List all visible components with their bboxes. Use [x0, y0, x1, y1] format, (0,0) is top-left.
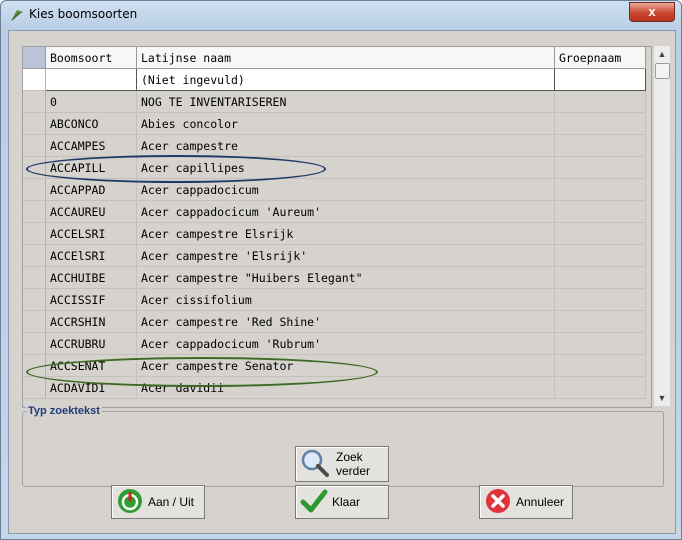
tree-icon: [9, 7, 25, 23]
row-indicator: [23, 178, 46, 201]
cell-code: ACCELSRI: [45, 222, 137, 245]
cell-latin: Acer campestre "Huibers Elegant": [136, 266, 555, 289]
table-row[interactable]: ACCRSHIN Acer campestre 'Red Shine': [23, 310, 646, 333]
klaar-button[interactable]: Klaar: [295, 485, 389, 519]
tree-species-grid[interactable]: Boomsoort Latijnse naam Groepnaam (Niet …: [22, 46, 652, 408]
row-indicator: [23, 244, 46, 267]
aan-uit-label: Aan / Uit: [148, 495, 195, 509]
cell-latin: Acer campestre 'Elsrijk': [136, 244, 555, 267]
table-row[interactable]: ACCELSRI Acer campestre Elsrijk: [23, 222, 646, 245]
cell-code: ACCRSHIN: [45, 310, 137, 333]
filter-code-input[interactable]: [45, 68, 137, 91]
klaar-label: Klaar: [332, 495, 361, 509]
filter-row[interactable]: (Niet ingevuld): [23, 68, 646, 91]
row-indicator: [23, 288, 46, 311]
cell-latin: NOG TE INVENTARISEREN: [136, 90, 555, 113]
close-icon: x: [648, 4, 656, 19]
cell-code: ABCONCO: [45, 112, 137, 135]
cell-group: [554, 178, 646, 201]
zoek-verder-label-2: verder: [336, 464, 371, 478]
close-button[interactable]: x: [629, 2, 675, 22]
row-indicator: [23, 376, 46, 399]
grid-header-row: Boomsoort Latijnse naam Groepnaam: [23, 47, 646, 69]
cell-group: [554, 244, 646, 267]
scroll-up-arrow-icon[interactable]: ▲: [654, 46, 670, 62]
scroll-down-arrow-icon[interactable]: ▼: [654, 390, 670, 406]
power-icon: [116, 487, 144, 518]
row-indicator: [23, 310, 46, 333]
row-indicator: [23, 200, 46, 223]
cell-group: [554, 134, 646, 157]
row-indicator: [23, 134, 46, 157]
table-row[interactable]: ACCISSIF Acer cissifolium: [23, 288, 646, 311]
table-row[interactable]: ACCElSRI Acer campestre 'Elsrijk': [23, 244, 646, 267]
cell-group: [554, 376, 646, 399]
dialog-client-area: Boomsoort Latijnse naam Groepnaam (Niet …: [8, 30, 676, 534]
annuleer-button[interactable]: Annuleer: [479, 485, 573, 519]
highlight-ellipse-blue: [26, 155, 326, 183]
cell-group: [554, 288, 646, 311]
cell-group: [554, 156, 646, 179]
row-indicator: [23, 90, 46, 113]
cell-group: [554, 90, 646, 113]
row-indicator: [23, 222, 46, 245]
cell-code: ACCElSRI: [45, 244, 137, 267]
cell-latin: Acer campestre Elsrijk: [136, 222, 555, 245]
table-row[interactable]: ACCHUIBE Acer campestre "Huibers Elegant": [23, 266, 646, 289]
cell-group: [554, 112, 646, 135]
table-row[interactable]: 0 NOG TE INVENTARISEREN: [23, 90, 646, 113]
row-indicator: [23, 266, 46, 289]
dialog-window: Kies boomsoorten x Boomsoort Latijnse na…: [0, 0, 682, 540]
column-header-boomsoort[interactable]: Boomsoort: [45, 47, 137, 69]
row-indicator: [23, 68, 46, 91]
scroll-thumb[interactable]: [655, 63, 670, 79]
table-row[interactable]: ACCAUREU Acer cappadocicum 'Aureum': [23, 200, 646, 223]
cell-group: [554, 354, 646, 377]
cell-group: [554, 200, 646, 223]
row-indicator-header: [23, 47, 46, 69]
cell-group: [554, 266, 646, 289]
zoek-verder-button[interactable]: Zoek verder: [295, 446, 389, 482]
cell-latin: Acer cissifolium: [136, 288, 555, 311]
cell-latin: Abies concolor: [136, 112, 555, 135]
cancel-icon: [484, 487, 512, 518]
cell-latin: Acer cappadocicum 'Aureum': [136, 200, 555, 223]
zoek-verder-label-1: Zoek: [336, 450, 363, 464]
vertical-scrollbar[interactable]: ▲ ▼: [653, 46, 670, 406]
cell-code: ACCISSIF: [45, 288, 137, 311]
cell-code: 0: [45, 90, 137, 113]
column-header-latijnse-naam[interactable]: Latijnse naam: [136, 47, 555, 69]
cell-code: ACCRUBRU: [45, 332, 137, 355]
cell-group: [554, 310, 646, 333]
table-row[interactable]: ABCONCO Abies concolor: [23, 112, 646, 135]
annuleer-label: Annuleer: [516, 495, 565, 509]
highlight-ellipse-green: [26, 357, 378, 387]
row-indicator: [23, 332, 46, 355]
cell-code: ACCAMPES: [45, 134, 137, 157]
checkmark-icon: [300, 487, 328, 518]
row-indicator: [23, 112, 46, 135]
filter-latin-input[interactable]: (Niet ingevuld): [136, 68, 555, 91]
cell-code: ACCAUREU: [45, 200, 137, 223]
window-title: Kies boomsoorten: [29, 7, 138, 21]
table-row[interactable]: ACCRUBRU Acer cappadocicum 'Rubrum': [23, 332, 646, 355]
cell-latin: Acer campestre 'Red Shine': [136, 310, 555, 333]
aan-uit-button[interactable]: Aan / Uit: [111, 485, 205, 519]
cell-group: [554, 332, 646, 355]
column-header-groepnaam[interactable]: Groepnaam: [554, 47, 646, 69]
filter-group-input[interactable]: [554, 68, 646, 91]
cell-latin: Acer campestre: [136, 134, 555, 157]
magnifier-icon: [300, 448, 330, 481]
table-row[interactable]: ACCAMPES Acer campestre: [23, 134, 646, 157]
title-bar[interactable]: Kies boomsoorten x: [1, 1, 681, 29]
cell-latin: Acer cappadocicum 'Rubrum': [136, 332, 555, 355]
search-legend: Typ zoektekst: [26, 405, 102, 417]
cell-code: ACCHUIBE: [45, 266, 137, 289]
cell-group: [554, 222, 646, 245]
